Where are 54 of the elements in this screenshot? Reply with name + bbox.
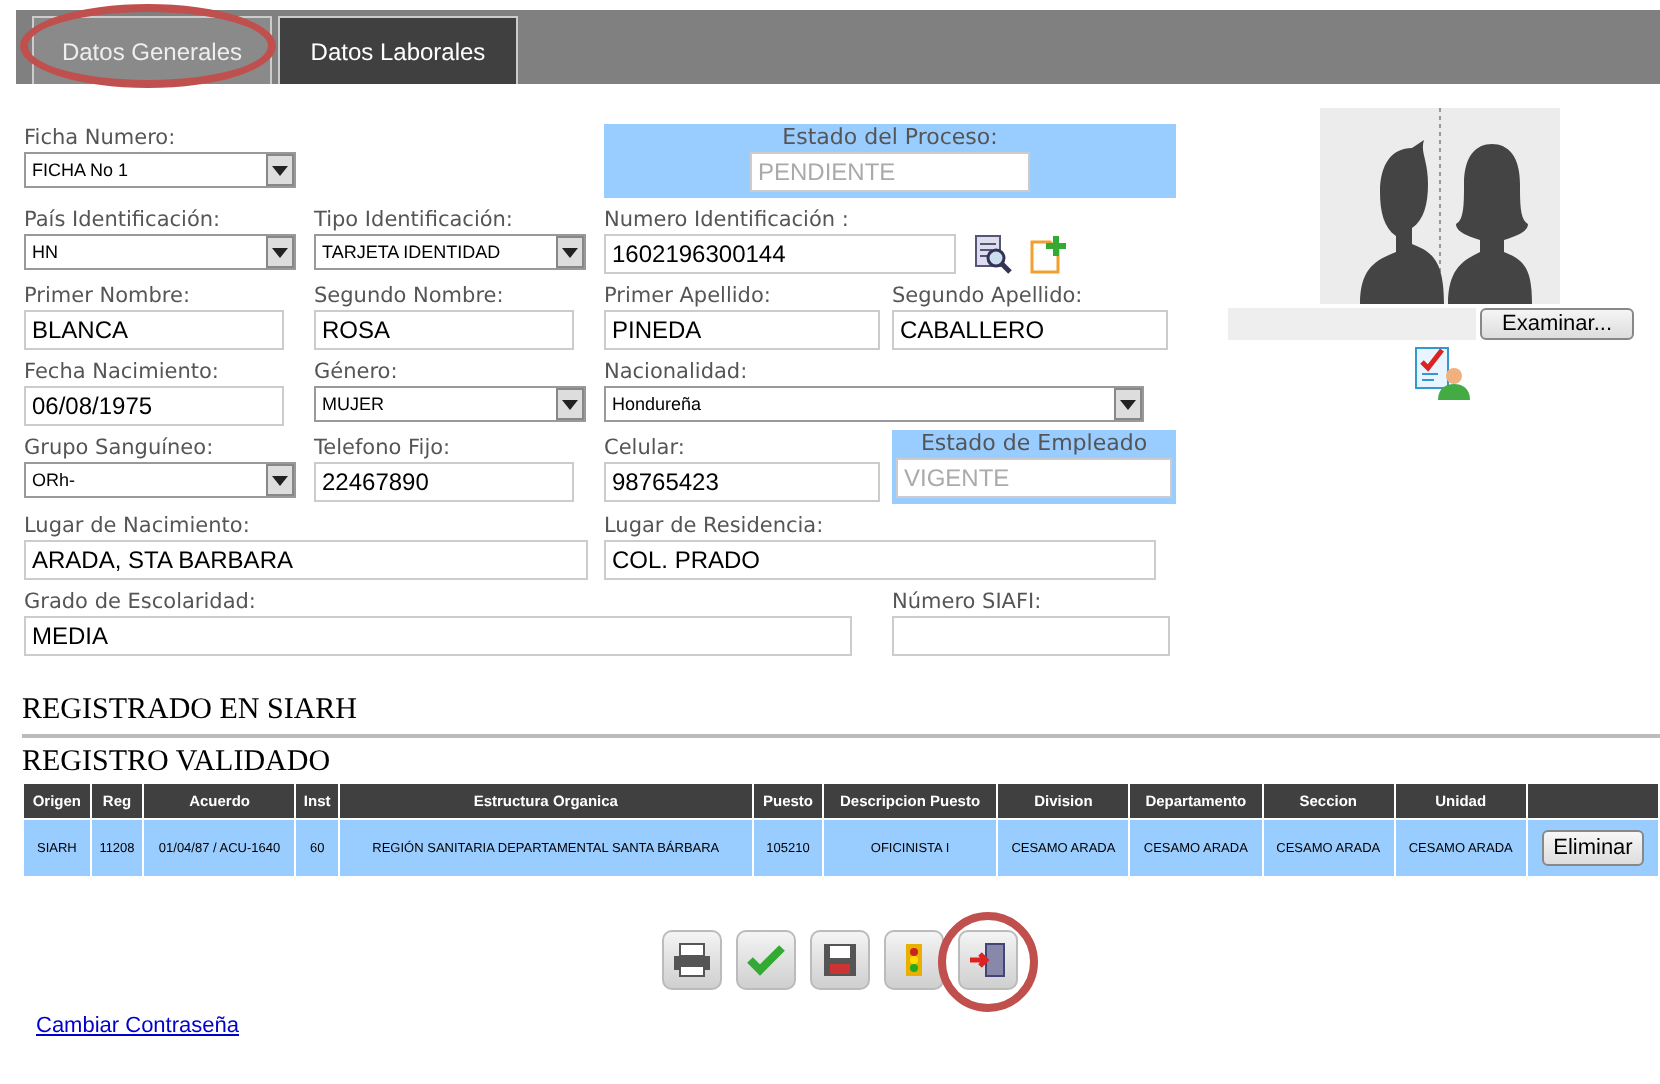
field-label: Celular: [604, 434, 687, 462]
field-label: Primer Apellido: [604, 282, 773, 310]
field-label: Estado del Proceso: [782, 124, 998, 152]
delete-button[interactable]: Eliminar [1541, 830, 1645, 866]
field-label: Estado de Empleado [920, 430, 1148, 458]
field-label: Lugar de Residencia: [604, 512, 826, 540]
input-field[interactable]: BLANCA [24, 310, 284, 350]
field-label: Ficha Numero: [24, 124, 178, 152]
exit-door-icon [968, 940, 1008, 980]
input-field[interactable]: COL. PRADO [604, 540, 1156, 580]
toolbar-button[interactable] [662, 930, 722, 990]
add-document-icon [1028, 234, 1068, 274]
input-field[interactable]: 98765423 [604, 462, 880, 502]
field-label: Grupo Sanguíneo: [24, 434, 216, 462]
input-field[interactable]: 06/08/1975 [24, 386, 284, 426]
input-field[interactable]: 1602196300144 [604, 234, 956, 274]
field-label: Nacionalidad: [604, 358, 750, 386]
input-field[interactable]: MEDIA [24, 616, 852, 656]
user-checklist-icon [1414, 344, 1470, 400]
toolbar-button[interactable] [884, 930, 944, 990]
field-label: Lugar de Nacimiento: [24, 512, 252, 540]
search-icon [972, 234, 1012, 274]
field-label: Fecha Nacimiento: [24, 358, 221, 386]
input-field[interactable]: CABALLERO [892, 310, 1168, 350]
field-label: Género: [314, 358, 400, 386]
field-label: País Identificación: [24, 206, 223, 234]
change-password-link[interactable]: Cambiar Contraseña [36, 1014, 239, 1038]
checkmark-icon [746, 940, 786, 980]
dropdown[interactable]: FICHA No 1 [24, 152, 296, 188]
browse-button[interactable]: Examinar... [1480, 308, 1635, 340]
section-heading: REGISTRADO EN SIARH [22, 692, 360, 730]
dropdown[interactable]: HN [24, 234, 296, 270]
field-label: Telefono Fijo: [314, 434, 453, 462]
input-field[interactable]: ARADA, STA BARBARA [24, 540, 588, 580]
toolbar-button[interactable] [958, 930, 1018, 990]
field-label: Numero Identificación : [604, 206, 851, 234]
field-label: Número SIAFI: [892, 588, 1044, 616]
section-heading: REGISTRO VALIDADO [22, 744, 333, 782]
toolbar-button[interactable] [810, 930, 870, 990]
input-field[interactable] [892, 616, 1170, 656]
input-field[interactable]: 22467890 [314, 462, 574, 502]
field-label: Primer Nombre: [24, 282, 192, 310]
input-field[interactable]: ROSA [314, 310, 574, 350]
dropdown[interactable]: MUJER [314, 386, 586, 422]
input-field[interactable]: PINEDA [604, 310, 880, 350]
field-label: Tipo Identificación: [314, 206, 515, 234]
dropdown[interactable]: Hondureña [604, 386, 1144, 422]
tab[interactable]: Datos Laborales [278, 16, 518, 84]
dropdown[interactable]: ORh- [24, 462, 296, 498]
print-icon [672, 940, 712, 980]
dropdown[interactable]: TARJETA IDENTIDAD [314, 234, 586, 270]
field-label: Segundo Apellido: [892, 282, 1085, 310]
field-label: Segundo Nombre: [314, 282, 506, 310]
field-label: Grado de Escolaridad: [24, 588, 258, 616]
